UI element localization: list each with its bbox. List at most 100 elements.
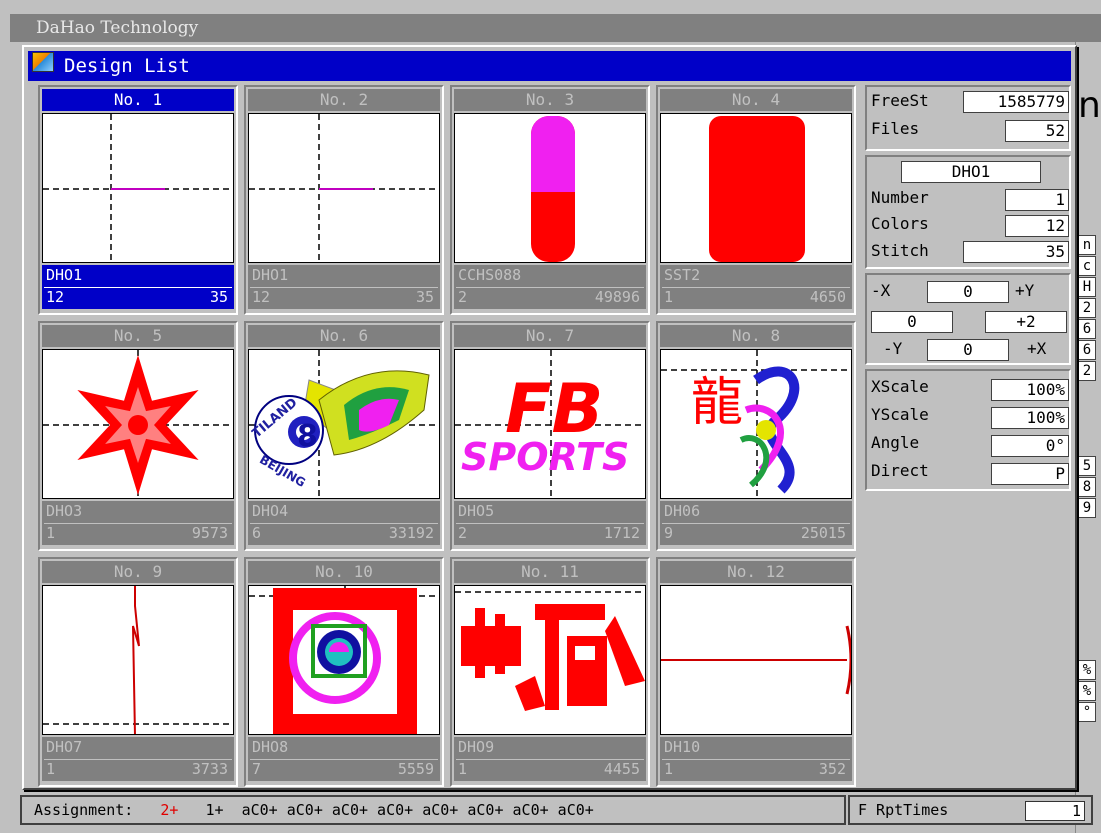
design-list-dialog: Design List No. 1 DHO1 12 35 No. 2 DHO1 12 35 No…: [22, 45, 1077, 790]
design-number: No. 12: [660, 561, 852, 583]
angle-value: 0°: [991, 435, 1069, 457]
svg-text:龍: 龍: [691, 373, 743, 433]
offset-panel: -X 0 +Y 0 +2 -Y 0 +X: [865, 273, 1071, 365]
design-cell[interactable]: No. 1 DHO1 12 35: [38, 85, 238, 315]
design-stitch-count: 4650: [809, 288, 846, 306]
design-stitch-count: 5559: [397, 760, 434, 778]
design-cell[interactable]: No. 6 TILAND 8 BEIJING DHO4 6 33192: [244, 321, 444, 551]
design-cell[interactable]: No. 8 龍 DH06 9 25015: [656, 321, 856, 551]
background-side-letter: 2: [1078, 298, 1096, 318]
design-stitch-count: 49896: [594, 288, 640, 306]
design-stitch-count: 25015: [800, 524, 846, 542]
stitch-value: 35: [963, 241, 1069, 263]
background-side-letter: °: [1078, 702, 1096, 722]
design-preview: [660, 113, 852, 263]
design-footer: DHO7 1 3733: [42, 737, 234, 781]
design-colors: 12: [252, 288, 271, 306]
design-name: DHO1: [252, 266, 289, 284]
files-label: Files: [871, 119, 920, 138]
background-side-letter: 6: [1078, 340, 1096, 360]
design-preview-image: TILAND 8 BEIJING: [249, 350, 439, 498]
design-preview: 龍: [660, 349, 852, 499]
offset-right-value: +2: [985, 311, 1067, 333]
design-number: No. 4: [660, 89, 852, 111]
design-name: DHO5: [458, 502, 495, 520]
design-number: No. 9: [42, 561, 234, 583]
design-info-panel: DHO1 Number 1 Colors 12 Stitch 35: [865, 155, 1071, 269]
design-name: DHO4: [252, 502, 289, 520]
design-cell[interactable]: No. 2 DHO1 12 35: [244, 85, 444, 315]
design-list-icon: [32, 52, 54, 72]
design-name: DH10: [664, 738, 701, 756]
design-number: No. 6: [248, 325, 440, 347]
design-preview: [660, 585, 852, 735]
storage-panel: FreeSt 1585779 Files 52: [865, 85, 1071, 151]
design-preview-image: [43, 114, 233, 262]
design-stitch-count: 4455: [603, 760, 640, 778]
design-cell[interactable]: No. 4 SST2 1 4650: [656, 85, 856, 315]
design-colors: 1: [664, 760, 674, 778]
design-footer: DH10 1 352: [660, 737, 852, 781]
design-number: No. 10: [248, 561, 440, 583]
design-cell[interactable]: No. 10 DHO8 7 5559: [244, 557, 444, 787]
background-side-letter: 5: [1078, 456, 1096, 476]
design-colors: 1: [458, 760, 468, 778]
design-cell[interactable]: No. 12 DH10 1 352: [656, 557, 856, 787]
background-side-letter: 9: [1078, 498, 1096, 518]
footer-divider: [44, 287, 232, 288]
svg-text:SPORTS: SPORTS: [461, 435, 629, 479]
stitch-label: Stitch: [871, 241, 929, 260]
design-stitch-count: 33192: [388, 524, 434, 542]
dialog-title[interactable]: Design List: [28, 51, 1071, 81]
colors-label: Colors: [871, 214, 929, 233]
colors-value: 12: [1005, 215, 1069, 237]
background-side-letter: c: [1078, 256, 1096, 276]
design-preview: [42, 349, 234, 499]
design-number: No. 3: [454, 89, 646, 111]
freest-label: FreeSt: [871, 91, 929, 110]
design-preview-image: 龍: [661, 350, 851, 498]
design-cell[interactable]: No. 3 CCHS088 2 49896: [450, 85, 650, 315]
design-name: SST2: [664, 266, 701, 284]
design-colors: 2: [458, 288, 468, 306]
design-number: No. 1: [42, 89, 234, 111]
design-footer: SST2 1 4650: [660, 265, 852, 309]
assignment-label: Assignment:: [34, 801, 134, 819]
design-preview: [454, 585, 646, 735]
rpt-times-label: F RptTimes: [858, 801, 949, 819]
design-preview-image: [661, 625, 851, 695]
design-cell[interactable]: No. 5 DHO3 1 9573: [38, 321, 238, 551]
design-cell[interactable]: No. 11 DHO9 1 4455: [450, 557, 650, 787]
design-preview: [248, 113, 440, 263]
design-colors: 1: [46, 524, 56, 542]
design-stitch-count: 35: [415, 288, 434, 306]
design-footer: DHO5 2 1712: [454, 501, 646, 545]
design-name: DHO1: [46, 266, 83, 284]
design-number: No. 5: [42, 325, 234, 347]
design-colors: 1: [46, 760, 56, 778]
angle-label: Angle: [871, 433, 920, 452]
design-footer: DH06 9 25015: [660, 501, 852, 545]
design-preview-image: [43, 350, 233, 498]
design-preview: [42, 113, 234, 263]
design-preview-image: [455, 591, 645, 711]
design-preview: FB SPORTS: [454, 349, 646, 499]
design-preview-image: FB SPORTS: [455, 350, 645, 498]
background-side-letter: %: [1078, 660, 1096, 680]
assignment-values: 1+ aC0+ aC0+ aC0+ aC0+ aC0+ aC0+ aC0+ aC…: [205, 801, 594, 819]
design-number: No. 11: [454, 561, 646, 583]
design-stitch-count: 9573: [191, 524, 228, 542]
design-cell[interactable]: No. 9 DHO7 1 3733: [38, 557, 238, 787]
design-preview-image: [531, 116, 575, 262]
design-footer: DHO8 7 5559: [248, 737, 440, 781]
design-preview: [42, 585, 234, 735]
design-cell[interactable]: No. 7 FB SPORTS DHO5 2 1712: [450, 321, 650, 551]
design-name-field: DHO1: [901, 161, 1041, 183]
design-colors: 6: [252, 524, 262, 542]
background-side-letter: 6: [1078, 319, 1096, 339]
assignment-current: 2+: [160, 801, 179, 819]
design-name: CCHS088: [458, 266, 522, 284]
number-value: 1: [1005, 189, 1069, 211]
design-name: DHO7: [46, 738, 83, 756]
design-stitch-count: 35: [209, 288, 228, 306]
